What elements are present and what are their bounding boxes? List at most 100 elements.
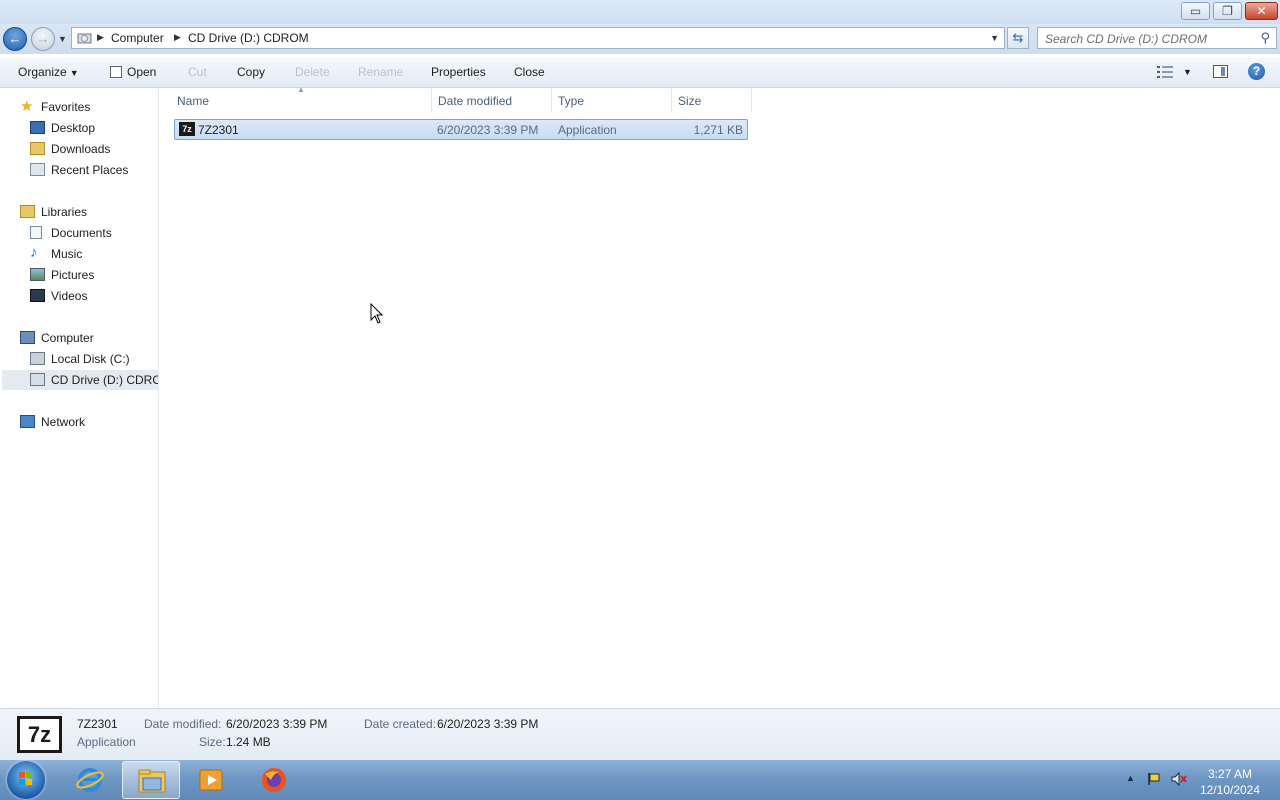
search-box[interactable]: ⚲ <box>1037 27 1277 50</box>
address-row: ← → ▼ ▶ Computer ▶ CD Drive (D:) CDROM ▼… <box>0 24 1280 54</box>
minimize-button[interactable]: ▭ <box>1181 2 1210 20</box>
back-button[interactable]: ← <box>3 27 27 51</box>
nav-recent-places[interactable]: Recent Places <box>30 160 155 180</box>
cd-drive-icon <box>77 33 92 44</box>
nav-music-label: Music <box>51 247 83 261</box>
nav-music[interactable]: ♪ Music <box>30 244 155 264</box>
nav-videos[interactable]: Videos <box>30 286 155 306</box>
view-details-icon[interactable] <box>1157 66 1173 78</box>
pictures-icon <box>30 268 45 281</box>
properties-button[interactable]: Properties <box>431 65 486 79</box>
nav-network-label: Network <box>41 415 86 429</box>
column-header-type[interactable]: Type <box>552 88 671 113</box>
help-icon[interactable]: ? <box>1248 63 1265 80</box>
7zip-large-icon: 7z <box>17 716 62 753</box>
breadcrumb-computer[interactable]: Computer <box>111 31 164 45</box>
nav-desktop[interactable]: Desktop <box>30 118 155 138</box>
column-header-size[interactable]: Size <box>672 88 751 113</box>
taskbar-media-player[interactable] <box>183 761 241 799</box>
recent-places-icon <box>30 163 45 176</box>
file-name: 7Z2301 <box>198 123 239 137</box>
navigation-pane: ★ Favorites Desktop Downloads Recent Pla… <box>0 88 159 708</box>
nav-local-disk[interactable]: Local Disk (C:) <box>30 349 155 369</box>
action-center-icon[interactable] <box>1146 771 1162 787</box>
recent-pages-dropdown-icon[interactable]: ▼ <box>58 34 67 44</box>
breadcrumb-separator-icon[interactable]: ▶ <box>97 32 104 43</box>
forward-button[interactable]: → <box>31 27 55 51</box>
nav-pictures-label: Pictures <box>51 268 95 282</box>
nav-network[interactable]: Network <box>20 412 150 432</box>
internet-explorer-icon <box>76 768 104 792</box>
folder-icon <box>138 769 166 793</box>
details-size: 1.24 MB <box>226 735 271 749</box>
taskbar-firefox[interactable] <box>245 761 303 799</box>
nav-documents[interactable]: Documents <box>30 223 155 243</box>
nav-cd-drive-label: CD Drive (D:) CDROM <box>51 373 158 387</box>
hard-drive-icon <box>30 352 45 365</box>
details-date-created: 6/20/2023 3:39 PM <box>437 717 539 731</box>
file-size: 1,271 KB <box>693 123 743 137</box>
column-date-label: Date modified <box>438 94 513 108</box>
star-icon: ★ <box>20 98 34 115</box>
preview-pane-icon[interactable] <box>1213 65 1228 78</box>
mouse-cursor-icon <box>370 303 384 324</box>
delete-button: Delete <box>295 65 330 79</box>
nav-cd-drive[interactable]: CD Drive (D:) CDROM <box>2 370 158 390</box>
7zip-app-icon: 7z <box>179 122 195 136</box>
volume-muted-icon[interactable] <box>1171 771 1187 787</box>
details-date-created-label: Date created: <box>364 717 437 731</box>
taskbar-windows-explorer[interactable] <box>122 761 180 799</box>
refresh-icon: ⇆ <box>1012 30 1024 45</box>
column-size-label: Size <box>678 94 702 108</box>
close-icon: ✕ <box>1256 4 1267 18</box>
downloads-folder-icon <box>30 142 45 155</box>
nav-favorites[interactable]: ★ Favorites <box>20 97 150 117</box>
refresh-button[interactable]: ⇆ <box>1007 27 1029 49</box>
breadcrumb-separator-icon[interactable]: ▶ <box>174 32 181 43</box>
back-arrow-icon: ← <box>8 31 22 46</box>
organize-button[interactable]: Organize ▼ <box>18 65 79 79</box>
show-hidden-icons-button[interactable]: ▲ <box>1126 773 1135 783</box>
open-button[interactable]: Open <box>110 65 156 79</box>
media-player-icon <box>199 769 223 791</box>
taskbar-internet-explorer[interactable] <box>61 761 119 799</box>
cd-drive-icon <box>30 373 45 386</box>
clock-time: 3:27 AM <box>1207 767 1253 781</box>
file-date-modified: 6/20/2023 3:39 PM <box>437 123 539 137</box>
nav-downloads[interactable]: Downloads <box>30 139 155 159</box>
nav-videos-label: Videos <box>51 289 88 303</box>
column-header-date-modified[interactable]: Date modified <box>432 88 551 113</box>
nav-pictures[interactable]: Pictures <box>30 265 155 285</box>
system-clock[interactable]: 3:27 AM 12/10/2024 <box>1195 766 1265 798</box>
nav-desktop-label: Desktop <box>51 121 96 135</box>
open-icon <box>110 66 122 78</box>
nav-downloads-label: Downloads <box>51 142 111 156</box>
search-icon[interactable]: ⚲ <box>1260 30 1270 46</box>
close-window-button[interactable]: ✕ <box>1245 2 1278 20</box>
column-divider[interactable] <box>751 88 752 112</box>
windows-logo-icon <box>19 772 32 785</box>
search-input[interactable] <box>1038 28 1257 50</box>
nav-local-disk-label: Local Disk (C:) <box>51 352 130 366</box>
breadcrumb-cd-drive[interactable]: CD Drive (D:) CDROM <box>188 31 309 45</box>
address-bar[interactable]: ▶ Computer ▶ CD Drive (D:) CDROM ▼ <box>71 27 1005 49</box>
maximize-button[interactable]: ❐ <box>1213 2 1242 20</box>
file-type: Application <box>558 123 617 137</box>
copy-button[interactable]: Copy <box>237 65 265 79</box>
column-header-name[interactable]: Name <box>171 88 431 113</box>
documents-icon <box>30 226 42 239</box>
nav-libraries[interactable]: Libraries <box>20 202 150 222</box>
rename-button: Rename <box>358 65 404 79</box>
close-button[interactable]: Close <box>514 65 545 79</box>
address-history-dropdown-icon[interactable]: ▼ <box>990 33 999 43</box>
details-date-modified: 6/20/2023 3:39 PM <box>226 717 328 731</box>
videos-icon <box>30 289 45 302</box>
nav-libraries-label: Libraries <box>41 205 88 219</box>
file-row[interactable]: 7z 7Z2301 6/20/2023 3:39 PM Application … <box>174 119 748 140</box>
details-file-name: 7Z2301 <box>77 717 118 731</box>
nav-computer[interactable]: Computer <box>20 328 150 348</box>
view-options-dropdown-icon[interactable]: ▼ <box>1183 67 1192 77</box>
command-bar: Organize ▼ Open Cut Copy Delete Rename Pr… <box>0 58 1280 88</box>
minimize-icon: ▭ <box>1189 4 1202 18</box>
start-button[interactable] <box>7 761 45 799</box>
